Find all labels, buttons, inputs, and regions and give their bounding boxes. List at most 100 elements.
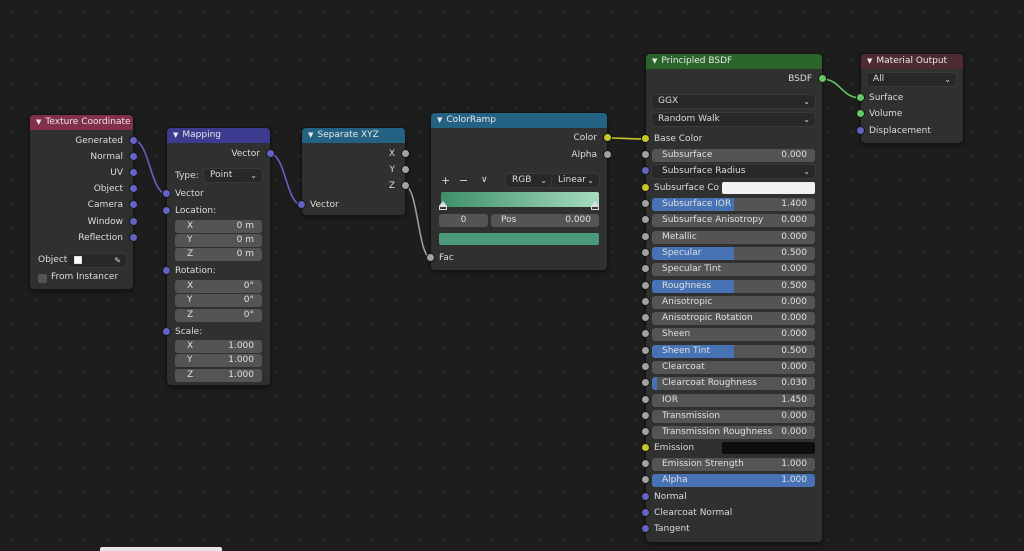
collapse-chevron-icon[interactable]: ▼ bbox=[652, 54, 657, 69]
node-header[interactable]: ▼ ColorRamp bbox=[431, 113, 607, 128]
ior-field[interactable]: IOR 1.450 bbox=[652, 393, 815, 407]
input-socket-volume[interactable] bbox=[857, 110, 864, 117]
input-socket[interactable] bbox=[642, 395, 649, 403]
node-color-ramp[interactable]: ▼ ColorRamp Color Alpha + − ∨ RGB ⌄ Linear… bbox=[427, 113, 611, 270]
input-socket-subsurface-color[interactable] bbox=[642, 184, 649, 191]
clearcoat-roughness-field[interactable]: Clearcoat Roughness 0.030 bbox=[652, 377, 815, 391]
input-socket-normal[interactable] bbox=[642, 493, 649, 500]
input-socket-subsurface-radius[interactable] bbox=[642, 167, 649, 174]
transmission-field[interactable]: Transmission 0.000 bbox=[652, 409, 815, 423]
input-socket[interactable] bbox=[642, 411, 649, 419]
sheen-tint-field[interactable]: Sheen Tint 0.500 bbox=[652, 344, 815, 358]
input-socket-location[interactable] bbox=[163, 207, 170, 214]
anisotropic-field[interactable]: Anisotropic 0.000 bbox=[652, 295, 815, 309]
collapse-chevron-icon[interactable]: ▼ bbox=[173, 128, 178, 143]
input-socket[interactable] bbox=[642, 297, 649, 305]
transmission-roughness-field[interactable]: Transmission Roughness 0.000 bbox=[652, 426, 815, 440]
input-socket[interactable] bbox=[642, 428, 649, 436]
output-socket-camera[interactable] bbox=[130, 201, 137, 208]
subsurface-anisotropy-field[interactable]: Subsurface Anisotropy 0.000 bbox=[652, 214, 815, 228]
input-socket-scale[interactable] bbox=[163, 328, 170, 335]
input-socket-subsurface[interactable] bbox=[642, 151, 649, 158]
color-mode-dropdown[interactable]: RGB ⌄ bbox=[506, 174, 552, 187]
from-instancer-checkbox[interactable] bbox=[38, 274, 47, 283]
scale-x-field[interactable]: X 1.000 bbox=[175, 340, 262, 353]
target-dropdown[interactable]: All ⌄ bbox=[867, 73, 956, 86]
input-socket-vector[interactable] bbox=[298, 201, 305, 208]
node-mapping[interactable]: ▼ Mapping Vector Type: Point ⌄ Vector Loca… bbox=[163, 128, 274, 385]
input-socket[interactable] bbox=[642, 265, 649, 273]
output-socket-color[interactable] bbox=[604, 134, 611, 141]
stop-index-field[interactable]: 0 bbox=[439, 214, 488, 227]
output-socket-z[interactable] bbox=[402, 182, 409, 189]
input-socket[interactable] bbox=[642, 216, 649, 224]
output-socket-object[interactable] bbox=[130, 185, 137, 192]
stop-color-swatch[interactable] bbox=[439, 233, 599, 245]
node-header[interactable]: ▼ Material Output bbox=[861, 54, 963, 69]
color-ramp-gradient[interactable] bbox=[441, 192, 599, 207]
input-socket-fac[interactable] bbox=[427, 254, 434, 261]
input-socket-vector[interactable] bbox=[163, 190, 170, 197]
rotation-y-field[interactable]: Y 0° bbox=[175, 294, 262, 307]
input-socket[interactable] bbox=[642, 232, 649, 240]
node-separate-xyz[interactable]: ▼ Separate XYZ X Y Z Vector bbox=[298, 128, 409, 215]
output-socket-generated[interactable] bbox=[130, 137, 137, 144]
interpolation-dropdown[interactable]: Linear ⌄ bbox=[552, 174, 599, 187]
distribution-dropdown[interactable]: GGX ⌄ bbox=[652, 95, 815, 108]
specular-field[interactable]: Specular 0.500 bbox=[652, 246, 815, 260]
node-material-output[interactable]: ▼ Material Output All ⌄ Surface Volume Dis… bbox=[857, 54, 963, 143]
input-socket-emission-strength[interactable] bbox=[642, 460, 649, 467]
output-socket-alpha[interactable] bbox=[604, 151, 611, 158]
location-x-field[interactable]: X 0 m bbox=[175, 220, 262, 233]
input-socket[interactable] bbox=[642, 346, 649, 354]
input-socket[interactable] bbox=[642, 330, 649, 338]
node-header[interactable]: ▼ Separate XYZ bbox=[302, 128, 405, 143]
eyedropper-icon[interactable]: ✎ bbox=[114, 254, 121, 267]
collapse-chevron-icon[interactable]: ▼ bbox=[308, 128, 313, 143]
ramp-menu-button[interactable]: ∨ bbox=[481, 175, 488, 185]
input-socket[interactable] bbox=[642, 200, 649, 207]
input-socket-surface[interactable] bbox=[857, 94, 864, 101]
roughness-field[interactable]: Roughness 0.500 bbox=[652, 279, 815, 293]
clearcoat-field[interactable]: Clearcoat 0.000 bbox=[652, 361, 815, 374]
specular-tint-field[interactable]: Specular Tint 0.000 bbox=[652, 263, 815, 277]
input-socket[interactable] bbox=[642, 363, 649, 370]
type-dropdown[interactable]: Point ⌄ bbox=[204, 169, 262, 182]
scale-y-field[interactable]: Y 1.000 bbox=[175, 354, 262, 367]
node-header[interactable]: ▼ Mapping bbox=[167, 128, 270, 143]
emission-strength-field[interactable]: Emission Strength 1.000 bbox=[652, 458, 815, 471]
emission-color-swatch[interactable] bbox=[722, 442, 815, 454]
subsurface-field[interactable]: Subsurface 0.000 bbox=[652, 149, 815, 162]
output-socket-reflection[interactable] bbox=[130, 234, 137, 241]
subsurface-ior-field[interactable]: Subsurface IOR 1.400 bbox=[652, 198, 815, 211]
output-socket-normal[interactable] bbox=[130, 153, 137, 160]
alpha-field[interactable]: Alpha 1.000 bbox=[652, 474, 815, 487]
output-socket-uv[interactable] bbox=[130, 169, 137, 176]
node-texture-coordinate[interactable]: ▼ Texture Coordinate Generated Normal UV … bbox=[30, 115, 137, 289]
collapse-chevron-icon[interactable]: ▼ bbox=[36, 115, 41, 130]
output-socket-y[interactable] bbox=[402, 166, 409, 173]
input-socket-clearcoat-normal[interactable] bbox=[642, 509, 649, 516]
output-socket-vector[interactable] bbox=[267, 150, 274, 157]
subsurface-color-swatch[interactable] bbox=[722, 182, 815, 194]
output-socket-bsdf[interactable] bbox=[819, 75, 826, 82]
input-socket[interactable] bbox=[642, 314, 649, 322]
input-socket-emission[interactable] bbox=[642, 444, 649, 451]
location-y-field[interactable]: Y 0 m bbox=[175, 234, 262, 247]
node-principled-bsdf[interactable]: ▼ Principled BSDF BSDF GGX ⌄ Random Walk ⌄ … bbox=[642, 54, 826, 542]
input-socket-rotation[interactable] bbox=[163, 267, 170, 274]
input-socket-displacement[interactable] bbox=[857, 127, 864, 134]
input-socket-base-color[interactable] bbox=[642, 135, 649, 142]
input-socket-tangent[interactable] bbox=[642, 525, 649, 532]
collapse-chevron-icon[interactable]: ▼ bbox=[867, 54, 872, 69]
location-z-field[interactable]: Z 0 m bbox=[175, 248, 262, 261]
rotation-x-field[interactable]: X 0° bbox=[175, 280, 262, 293]
node-header[interactable]: ▼ Texture Coordinate bbox=[30, 115, 133, 130]
node-header[interactable]: ▼ Principled BSDF bbox=[646, 54, 822, 69]
add-stop-button[interactable]: + bbox=[441, 174, 450, 187]
scale-z-field[interactable]: Z 1.000 bbox=[175, 369, 262, 382]
output-socket-window[interactable] bbox=[130, 218, 137, 225]
stop-position-field[interactable]: Pos 0.000 bbox=[491, 214, 599, 227]
input-socket[interactable] bbox=[642, 248, 649, 256]
rotation-z-field[interactable]: Z 0° bbox=[175, 309, 262, 322]
